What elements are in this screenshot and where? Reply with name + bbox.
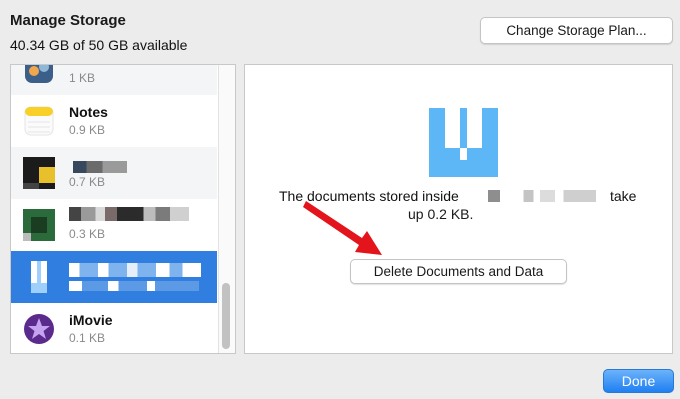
message-text-suffix: take (610, 188, 637, 204)
selected-app-icon (429, 108, 498, 177)
app-icon (31, 261, 47, 293)
redacted-app-name (69, 207, 189, 221)
app-icon (23, 157, 55, 189)
change-storage-plan-button[interactable]: Change Storage Plan... (480, 17, 673, 44)
redacted-app-name (73, 161, 127, 173)
storage-available-text: 40.34 GB of 50 GB available (10, 37, 188, 53)
app-name: iMovie (69, 312, 113, 328)
app-list[interactable]: 1 KB Notes 0.9 KB 0.7 KB 0.3 KB iMovie 0… (10, 64, 236, 354)
list-item[interactable]: iMovie 0.1 KB (11, 303, 217, 353)
done-button[interactable]: Done (603, 369, 674, 393)
page-title: Manage Storage (10, 12, 126, 29)
list-item[interactable]: 1 KB (11, 65, 217, 95)
scrollbar-thumb[interactable] (222, 283, 230, 349)
notes-app-icon (24, 106, 54, 136)
app-size: 1 KB (69, 71, 96, 85)
app-size: 0.9 KB (69, 123, 106, 137)
message-line-2: up 0.2 KB. (408, 206, 474, 222)
red-arrow-icon (303, 201, 382, 255)
app-size: 0.3 KB (69, 227, 106, 241)
list-item-selected[interactable] (11, 251, 217, 303)
redacted-app-name (488, 190, 596, 202)
app-name: Notes (69, 104, 108, 120)
redacted-app-size (69, 281, 199, 291)
list-item[interactable]: 0.7 KB (11, 147, 217, 199)
app-size: 0.7 KB (69, 175, 106, 189)
imovie-app-icon (24, 314, 54, 344)
list-item[interactable]: 0.3 KB (11, 199, 217, 251)
app-icon (23, 209, 55, 241)
redacted-app-name (69, 263, 201, 277)
list-item[interactable]: Notes 0.9 KB (11, 95, 217, 147)
delete-documents-button[interactable]: Delete Documents and Data (350, 259, 567, 284)
app-size: 0.1 KB (69, 331, 106, 345)
app-icon (25, 65, 53, 83)
